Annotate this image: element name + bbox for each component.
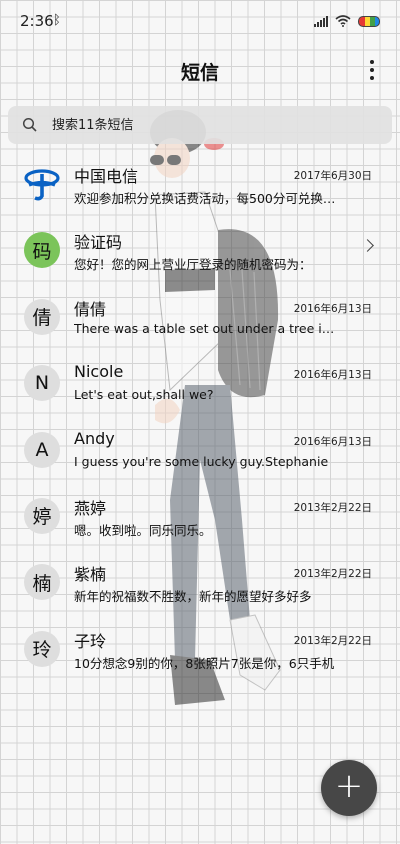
avatar: 婷 bbox=[24, 497, 60, 534]
contact-name: Nicole bbox=[74, 362, 124, 382]
message-preview: There was a table set out under a tree i… bbox=[74, 320, 336, 336]
contact-name: Andy bbox=[74, 428, 115, 448]
signal-icon bbox=[314, 15, 328, 27]
avatar: 楠 bbox=[24, 564, 60, 601]
contact-name: 倩倩 bbox=[74, 299, 107, 319]
message-date: 2013年2月22日 bbox=[293, 568, 372, 581]
search-input[interactable] bbox=[52, 112, 372, 138]
status-icons bbox=[314, 14, 380, 28]
message-preview: 您好！您的网上营业厅登录的随机密码为： bbox=[74, 257, 312, 273]
message-preview: 10分想念9别的你，8张照片7张是你，6只手机 bbox=[74, 655, 335, 671]
contact-name: 子玲 bbox=[74, 631, 107, 651]
message-date: 2016年6月13日 bbox=[293, 369, 372, 382]
new-message-button[interactable]: + bbox=[321, 760, 377, 816]
conversation-item[interactable]: 码 验证码 您好！您的网上营业厅登录的随机密码为： bbox=[0, 216, 400, 282]
app-header: 短信 bbox=[0, 42, 400, 98]
search-icon bbox=[22, 117, 37, 132]
conversation-item[interactable]: A Andy 2016年6月13日 I guess you're some lu… bbox=[0, 416, 400, 482]
message-date: 2016年6月13日 bbox=[293, 435, 372, 448]
message-date: 2013年2月22日 bbox=[293, 634, 372, 647]
battery-icon bbox=[358, 15, 380, 27]
conversation-item[interactable]: 玲 子玲 2013年2月22日 10分想念9别的你，8张照片7张是你，6只手机 bbox=[0, 615, 400, 681]
message-date: 2017年6月30日 bbox=[293, 170, 372, 182]
avatar: 码 bbox=[24, 232, 60, 269]
contact-name: 燕婷 bbox=[74, 498, 107, 518]
wifi-icon bbox=[335, 15, 351, 27]
conversation-item[interactable]: 倩 倩倩 2016年6月13日 There was a table set ou… bbox=[0, 283, 400, 349]
message-preview: 新年的祝福数不胜数，新年的愿望好多好多 bbox=[74, 589, 312, 605]
avatar: 倩 bbox=[24, 298, 60, 335]
chevron-right-icon bbox=[361, 239, 374, 253]
message-preview: 嗯。收到啦。同乐同乐。 bbox=[74, 522, 212, 538]
avatar: A bbox=[24, 431, 60, 468]
china-telecom-logo-icon bbox=[24, 166, 60, 202]
plus-icon: + bbox=[334, 766, 364, 806]
more-menu-icon[interactable] bbox=[370, 60, 374, 80]
contact-name: 紫楠 bbox=[74, 565, 107, 585]
message-date: 2016年6月13日 bbox=[293, 302, 372, 315]
status-time: 2:36 bbox=[20, 12, 54, 30]
status-bar: 2:36 ᛒ bbox=[0, 0, 400, 42]
avatar: 玲 bbox=[24, 630, 60, 667]
conversation-item[interactable]: 婷 燕婷 2013年2月22日 嗯。收到啦。同乐同乐。 bbox=[0, 482, 400, 548]
avatar: N bbox=[24, 365, 60, 402]
conversation-item[interactable]: N Nicole 2016年6月13日 Let's eat out,shall … bbox=[0, 349, 400, 415]
page-title: 短信 bbox=[180, 62, 219, 84]
contact-name: 中国电信 bbox=[74, 167, 139, 186]
conversation-item[interactable]: 中国电信 2017年6月30日 欢迎参加积分兑换话费活动，每500分可兑换话费5… bbox=[0, 150, 400, 216]
message-preview: 欢迎参加积分兑换话费活动，每500分可兑换话费5元 bbox=[74, 191, 336, 206]
bluetooth-icon: ᛒ bbox=[53, 13, 61, 28]
search-bar[interactable] bbox=[8, 106, 392, 144]
message-preview: I guess you're some lucky guy.Stephanie bbox=[74, 453, 329, 469]
message-date: 2013年2月22日 bbox=[293, 501, 372, 514]
contact-name: 验证码 bbox=[74, 233, 123, 253]
conversation-item[interactable]: 楠 紫楠 2013年2月22日 新年的祝福数不胜数，新年的愿望好多好多 bbox=[0, 548, 400, 614]
conversation-list: 中国电信 2017年6月30日 欢迎参加积分兑换话费活动，每500分可兑换话费5… bbox=[0, 150, 400, 681]
message-preview: Let's eat out,shall we? bbox=[74, 387, 214, 403]
